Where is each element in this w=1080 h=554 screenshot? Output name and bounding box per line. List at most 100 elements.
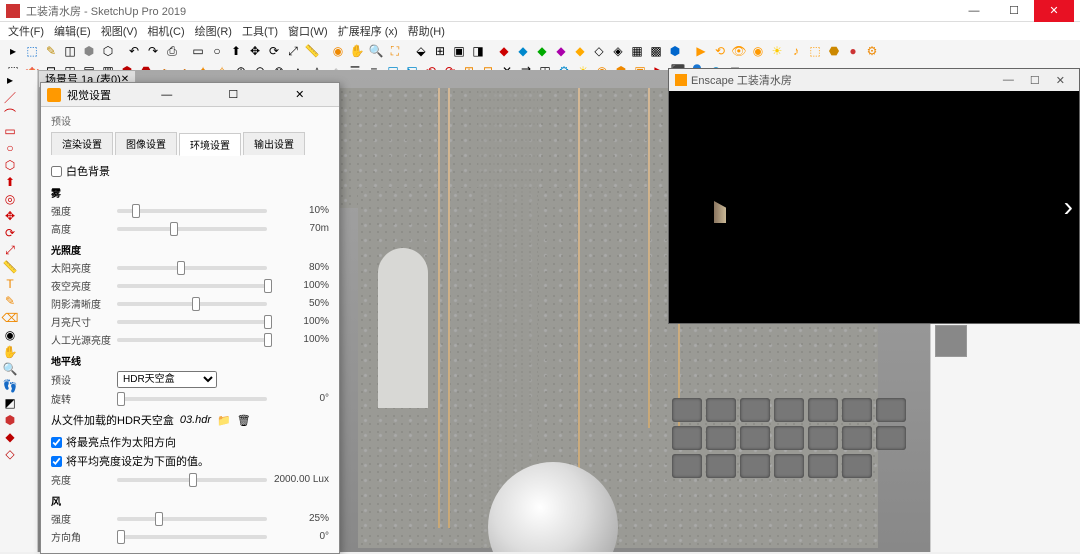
ens-sync-icon[interactable]: ⟲ <box>711 42 729 60</box>
lt-x1-icon[interactable]: ◆ <box>2 429 18 445</box>
thumb-item[interactable] <box>672 398 702 422</box>
ext-7-icon[interactable]: ◈ <box>609 42 627 60</box>
wind-intensity-slider[interactable] <box>117 517 267 521</box>
ens-light-icon[interactable]: ☀ <box>768 42 786 60</box>
sun-dir-checkbox[interactable] <box>51 437 62 448</box>
tool-iso-icon[interactable]: ⬙ <box>412 42 430 60</box>
tool-select-icon[interactable]: ▸ <box>4 42 22 60</box>
thumb-item[interactable] <box>876 426 906 450</box>
ens-close-icon[interactable]: ✕ <box>1048 74 1073 87</box>
tool-circle-icon[interactable]: ○ <box>208 42 226 60</box>
ens-min-icon[interactable]: — <box>995 74 1022 86</box>
delete-icon[interactable]: 🗑 <box>237 414 251 427</box>
dialog-max-icon[interactable]: ☐ <box>200 88 267 101</box>
thumb-item[interactable] <box>706 426 736 450</box>
tool-move-icon[interactable]: ✥ <box>246 42 264 60</box>
tool-extents-icon[interactable]: ⛶ <box>386 42 404 60</box>
fog-height-slider[interactable] <box>117 227 267 231</box>
shadow-slider[interactable] <box>117 302 267 306</box>
lt-x2-icon[interactable]: ◇ <box>2 446 18 462</box>
ens-vr-icon[interactable]: ⬚ <box>806 42 824 60</box>
ext-1-icon[interactable]: ◆ <box>495 42 513 60</box>
tool-erase-icon[interactable]: ◫ <box>61 42 79 60</box>
tool-front-icon[interactable]: ▣ <box>450 42 468 60</box>
lt-scale-icon[interactable]: ⤢ <box>2 242 18 258</box>
next-arrow-icon[interactable]: › <box>1064 191 1073 223</box>
folder-icon[interactable]: 📁 <box>217 414 231 427</box>
lt-arc-icon[interactable]: ⌒ <box>2 106 18 122</box>
lt-zoom-icon[interactable]: 🔍 <box>2 361 18 377</box>
tab-render[interactable]: 渲染设置 <box>51 132 113 155</box>
lt-paint-icon[interactable]: ✎ <box>2 293 18 309</box>
thumb-item[interactable] <box>808 426 838 450</box>
thumb-item[interactable] <box>740 454 770 478</box>
menu-window[interactable]: 窗口(W) <box>284 23 332 39</box>
menu-help[interactable]: 帮助(H) <box>404 23 449 39</box>
ens-cap-icon[interactable]: ● <box>844 42 862 60</box>
dialog-close-icon[interactable]: ✕ <box>267 88 334 101</box>
ens-live-icon[interactable]: 👁 <box>730 42 748 60</box>
ext-6-icon[interactable]: ◇ <box>590 42 608 60</box>
menu-file[interactable]: 文件(F) <box>4 23 48 39</box>
moon-slider[interactable] <box>117 320 267 324</box>
dialog-min-icon[interactable]: — <box>134 89 201 101</box>
menu-draw[interactable]: 绘图(R) <box>191 23 236 39</box>
tool-orbit-icon[interactable]: ◉ <box>329 42 347 60</box>
thumb-item[interactable] <box>842 454 872 478</box>
thumb-item[interactable] <box>740 426 770 450</box>
menu-ext[interactable]: 扩展程序 (x) <box>334 23 402 39</box>
rotation-slider[interactable] <box>117 397 267 401</box>
ext-10-icon[interactable]: ⬢ <box>666 42 684 60</box>
brightness-slider[interactable] <box>117 478 267 482</box>
dialog-titlebar[interactable]: 视觉设置 — ☐ ✕ <box>41 83 339 107</box>
maximize-button[interactable]: ☐ <box>994 0 1034 22</box>
lt-select-icon[interactable]: ▸ <box>2 72 18 88</box>
lt-circle-icon[interactable]: ○ <box>2 140 18 156</box>
avg-bright-checkbox[interactable] <box>51 456 62 467</box>
thumb-item[interactable] <box>842 398 872 422</box>
ens-asset-icon[interactable]: ⬣ <box>825 42 843 60</box>
close-button[interactable]: ✕ <box>1034 0 1074 22</box>
tool-pan-icon[interactable]: ✋ <box>348 42 366 60</box>
lt-section-icon[interactable]: ◩ <box>2 395 18 411</box>
tool-redo-icon[interactable]: ↷ <box>144 42 162 60</box>
tab-env[interactable]: 环境设置 <box>179 133 241 156</box>
horizon-preset-select[interactable]: HDR天空盒 <box>117 371 217 388</box>
lt-rect-icon[interactable]: ▭ <box>2 123 18 139</box>
ext-9-icon[interactable]: ▩ <box>647 42 665 60</box>
fog-intensity-slider[interactable] <box>117 209 267 213</box>
thumb-item[interactable] <box>774 426 804 450</box>
lt-tape-icon[interactable]: 📏 <box>2 259 18 275</box>
ens-set-icon[interactable]: ⚙ <box>863 42 881 60</box>
lt-poly-icon[interactable]: ⬡ <box>2 157 18 173</box>
lt-rotate-icon[interactable]: ⟳ <box>2 225 18 241</box>
style-thumb[interactable] <box>935 325 967 357</box>
tool-zoom-icon[interactable]: 🔍 <box>367 42 385 60</box>
tool-box-icon[interactable]: ⬢ <box>80 42 98 60</box>
tool-push-icon[interactable]: ⬆ <box>227 42 245 60</box>
menu-tools[interactable]: 工具(T) <box>238 23 282 39</box>
ext-8-icon[interactable]: ▦ <box>628 42 646 60</box>
thumb-item[interactable] <box>876 398 906 422</box>
thumb-item[interactable] <box>842 426 872 450</box>
tool-paint-icon[interactable]: ✎ <box>42 42 60 60</box>
thumb-item[interactable] <box>774 454 804 478</box>
tool-rotate-icon[interactable]: ⟳ <box>265 42 283 60</box>
tool-scale-icon[interactable]: ⤢ <box>284 42 302 60</box>
wind-dir-slider[interactable] <box>117 535 267 539</box>
tool-side-icon[interactable]: ◨ <box>469 42 487 60</box>
sun-slider[interactable] <box>117 266 267 270</box>
thumb-item[interactable] <box>672 454 702 478</box>
lt-line-icon[interactable]: ／ <box>2 89 18 105</box>
ext-4-icon[interactable]: ◆ <box>552 42 570 60</box>
thumb-item[interactable] <box>706 454 736 478</box>
thumb-item[interactable] <box>740 398 770 422</box>
tool-undo-icon[interactable]: ↶ <box>125 42 143 60</box>
lt-erase-icon[interactable]: ⌫ <box>2 310 18 326</box>
enscape-viewport[interactable]: › <box>669 91 1079 323</box>
tool-top-icon[interactable]: ⊞ <box>431 42 449 60</box>
menu-view[interactable]: 视图(V) <box>97 23 142 39</box>
lt-offset-icon[interactable]: ◎ <box>2 191 18 207</box>
tool-wire-icon[interactable]: ⬡ <box>99 42 117 60</box>
lt-3dw-icon[interactable]: ⬢ <box>2 412 18 428</box>
